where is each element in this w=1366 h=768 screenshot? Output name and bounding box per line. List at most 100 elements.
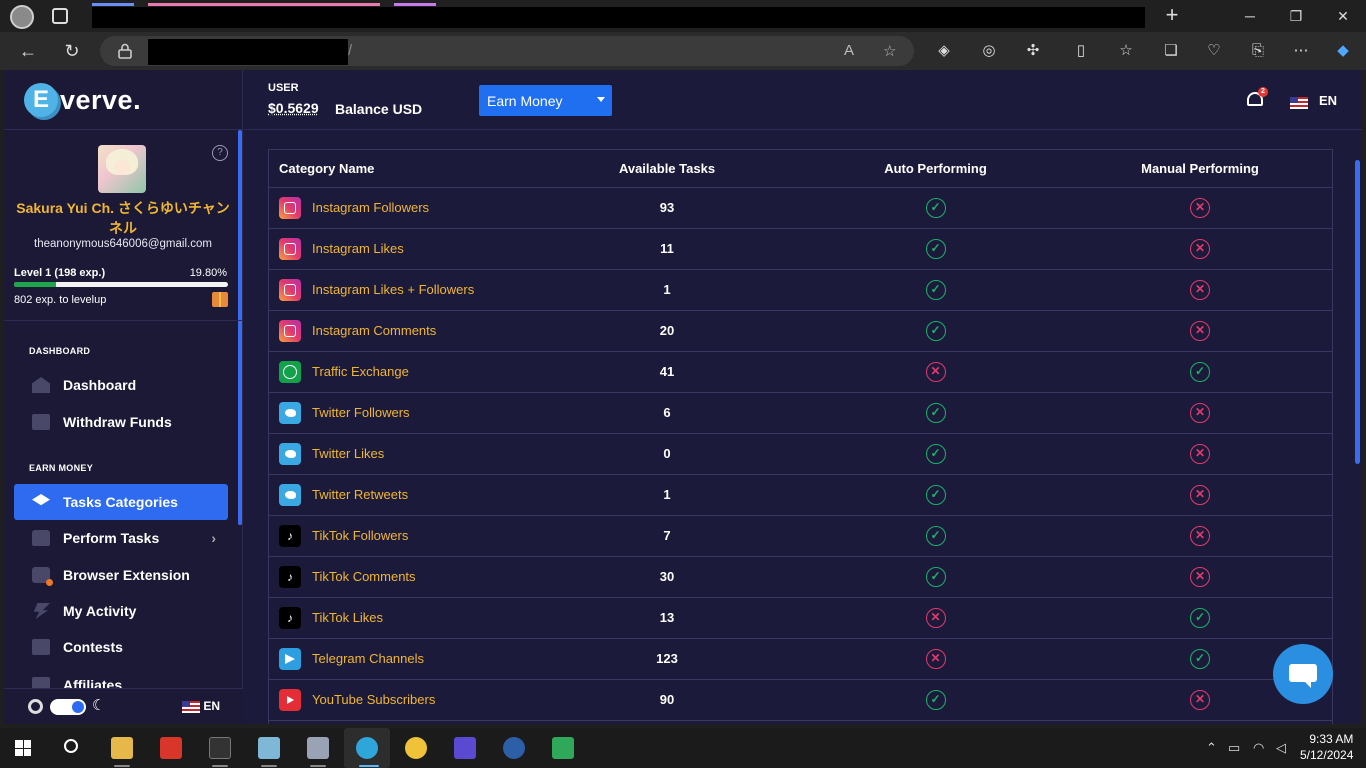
table-row[interactable]: YouTube Subscribers 90 ✓ ✕ <box>269 679 1332 721</box>
volume-icon[interactable]: ◁ <box>1276 740 1286 756</box>
category-cell[interactable]: Telegram Channels <box>269 638 531 680</box>
wifi-icon[interactable]: ◠ <box>1253 740 1264 756</box>
notepad-icon[interactable] <box>258 737 280 759</box>
category-name[interactable]: Twitter Likes <box>312 446 384 461</box>
tab-actions-icon[interactable] <box>52 8 68 24</box>
balance-value[interactable]: $0.5629 <box>268 100 319 116</box>
category-name[interactable]: Instagram Followers <box>312 200 429 215</box>
sidebar-item-dashboard[interactable]: Dashboard <box>14 367 228 403</box>
table-row[interactable]: TikTok Comments 30 ✓ ✕ <box>269 556 1332 598</box>
address-bar[interactable]: / A ☆ <box>100 36 914 66</box>
table-row[interactable]: Instagram Likes 11 ✓ ✕ <box>269 228 1332 270</box>
split-screen-icon[interactable]: ▯ <box>1071 41 1091 61</box>
category-name[interactable]: Instagram Comments <box>312 323 436 338</box>
category-cell[interactable]: Instagram Followers <box>269 187 531 229</box>
edge-browser-icon[interactable] <box>356 737 378 759</box>
category-cell[interactable]: Instagram Likes <box>269 228 531 270</box>
new-tab-button[interactable]: + <box>1160 4 1184 28</box>
dark-mode-toggle[interactable] <box>50 699 86 715</box>
share-icon[interactable]: ⎘ <box>1248 41 1268 61</box>
battery-icon[interactable]: ▭ <box>1228 740 1240 756</box>
category-name[interactable]: Twitter Followers <box>312 405 410 420</box>
category-cell[interactable]: TikTok Comments <box>269 556 531 598</box>
category-name[interactable]: TikTok Likes <box>312 610 383 625</box>
terminal-icon[interactable] <box>209 737 231 759</box>
language-label[interactable]: EN <box>1319 93 1337 108</box>
table-row[interactable]: Twitter Likes 0 ✓ ✕ <box>269 433 1332 475</box>
file-explorer-icon[interactable] <box>111 737 133 759</box>
extensions-puzzle-icon[interactable]: ✣ <box>1023 41 1043 61</box>
earn-money-dropdown[interactable]: Earn Money <box>479 85 612 116</box>
category-name[interactable]: Instagram Likes + Followers <box>312 282 474 297</box>
category-name[interactable]: Instagram Likes <box>312 241 404 256</box>
logo[interactable]: E verve. <box>24 80 141 120</box>
favorite-star-icon[interactable]: ☆ <box>883 42 896 60</box>
puzzle-icon <box>32 567 53 586</box>
sidebar-item-perform-tasks[interactable]: Perform Tasks › <box>14 520 228 556</box>
table-row[interactable]: TikTok Likes 13 ✕ ✓ <box>269 597 1332 639</box>
chrome-canary-icon[interactable] <box>405 737 427 759</box>
copilot-icon[interactable]: ◆ <box>1333 41 1353 61</box>
sidebar-item-contests[interactable]: Contests <box>14 629 228 665</box>
sidebar-item-browser-extension[interactable]: Browser Extension <box>14 557 228 593</box>
browser-essentials-icon[interactable]: ♡ <box>1204 41 1224 61</box>
app-icon[interactable] <box>454 737 476 759</box>
category-cell[interactable]: Twitter Likes <box>269 433 531 475</box>
category-cell[interactable]: Traffic Exchange <box>269 351 531 393</box>
extension-glasses-icon[interactable]: ◎ <box>979 41 999 61</box>
language-selector[interactable] <box>1290 94 1308 112</box>
table-row[interactable]: Instagram Likes + Followers 1 ✓ ✕ <box>269 269 1332 311</box>
category-cell[interactable]: Instagram Likes + Followers <box>269 269 531 311</box>
category-name[interactable]: TikTok Followers <box>312 528 408 543</box>
chat-support-button[interactable] <box>1273 644 1333 704</box>
table-row[interactable]: Twitter Followers 6 ✓ ✕ <box>269 392 1332 434</box>
gift-icon[interactable] <box>212 292 228 307</box>
avatar[interactable] <box>98 145 146 193</box>
maximize-button[interactable]: ❐ <box>1286 6 1306 26</box>
more-menu-icon[interactable]: ⋯ <box>1291 41 1311 61</box>
help-icon[interactable]: ? <box>212 145 228 161</box>
sidebar-scrollbar[interactable] <box>238 130 242 525</box>
chevron-up-icon[interactable]: ⌃ <box>1206 740 1217 756</box>
table-row[interactable]: Instagram Followers 93 ✓ ✕ <box>269 187 1332 229</box>
category-name[interactable]: Twitter Retweets <box>312 487 408 502</box>
back-arrow-icon[interactable]: ← <box>17 40 39 62</box>
close-window-button[interactable]: ✕ <box>1333 6 1353 26</box>
category-name[interactable]: TikTok Comments <box>312 569 416 584</box>
category-name[interactable]: Traffic Exchange <box>312 364 409 379</box>
category-name[interactable]: Telegram Channels <box>312 651 424 666</box>
category-cell[interactable]: YouTube Subscribers <box>269 679 531 721</box>
table-row[interactable]: Traffic Exchange 41 ✕ ✓ <box>269 351 1332 393</box>
category-cell[interactable]: TikTok Followers <box>269 515 531 557</box>
table-row[interactable]: Telegram Channels 123 ✕ ✓ <box>269 638 1332 680</box>
sidebar-item-my-activity[interactable]: My Activity <box>14 593 228 629</box>
category-cell[interactable]: TikTok Likes <box>269 597 531 639</box>
category-cell[interactable]: Twitter Followers <box>269 392 531 434</box>
favorites-icon[interactable]: ☆ <box>1116 41 1136 61</box>
category-name[interactable]: YouTube Subscribers <box>312 692 435 707</box>
collections-icon[interactable]: ❏ <box>1161 41 1181 61</box>
read-aloud-icon[interactable]: A <box>844 42 854 59</box>
minimize-button[interactable]: ─ <box>1240 6 1260 26</box>
wps-office-icon[interactable] <box>160 737 182 759</box>
language-selector[interactable]: EN <box>182 699 220 713</box>
refresh-icon[interactable]: ↻ <box>61 40 83 62</box>
main-scrollbar[interactable] <box>1355 160 1360 464</box>
category-cell[interactable]: Twitter Retweets <box>269 474 531 516</box>
extension-color-icon[interactable]: ◈ <box>934 41 954 61</box>
clock[interactable]: 9:33 AM 5/12/2024 <box>1300 731 1353 763</box>
gear-icon[interactable] <box>28 699 43 714</box>
category-cell[interactable]: Instagram Comments <box>269 310 531 352</box>
table-row[interactable]: Instagram Comments 20 ✓ ✕ <box>269 310 1332 352</box>
app-icon[interactable] <box>307 737 329 759</box>
profile-avatar-icon[interactable] <box>10 5 34 29</box>
table-row[interactable]: TikTok Followers 7 ✓ ✕ <box>269 515 1332 557</box>
table-row[interactable]: Twitter Retweets 1 ✓ ✕ <box>269 474 1332 516</box>
android-studio-icon[interactable] <box>552 737 574 759</box>
sidebar-item-withdraw-funds[interactable]: Withdraw Funds <box>14 404 228 440</box>
notification-bell-icon[interactable]: 2 <box>1246 87 1268 110</box>
app-icon[interactable] <box>503 737 525 759</box>
sidebar-item-tasks-categories[interactable]: Tasks Categories <box>14 484 228 520</box>
search-icon[interactable] <box>64 739 78 753</box>
windows-start-icon[interactable] <box>15 740 31 756</box>
